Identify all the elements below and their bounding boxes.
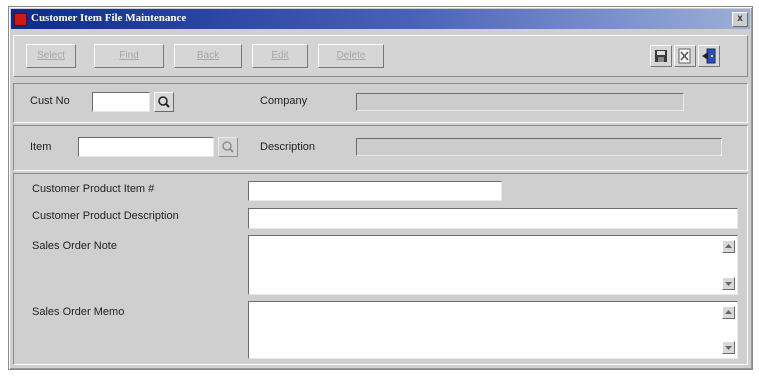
- select-button-label: Select: [37, 50, 65, 61]
- cust-no-lookup-button[interactable]: [154, 92, 174, 112]
- description-field: [356, 138, 722, 156]
- save-icon: [655, 50, 667, 62]
- find-button-label: Find: [119, 50, 139, 61]
- toolbar: Select Find Back Edit Delete: [13, 35, 748, 77]
- cust-no-label: Cust No: [30, 95, 70, 107]
- window-title: Customer Item File Maintenance: [31, 12, 187, 24]
- cancel-button[interactable]: [674, 45, 696, 67]
- item-label: Item: [30, 141, 52, 153]
- close-button[interactable]: x: [732, 12, 748, 27]
- product-item-input[interactable]: [249, 182, 501, 200]
- scroll-down-button[interactable]: [722, 341, 735, 354]
- sales-order-memo-memo[interactable]: [248, 301, 738, 359]
- arrow-down-icon: [725, 346, 732, 350]
- details-panel: Customer Product Item # Customer Product…: [13, 173, 748, 365]
- company-input: [357, 94, 683, 110]
- product-desc-field[interactable]: [248, 208, 738, 229]
- company-label: Company: [260, 95, 308, 107]
- cancel-icon: [678, 48, 691, 64]
- find-button[interactable]: Find: [94, 44, 164, 68]
- product-item-label: Customer Product Item #: [32, 183, 155, 195]
- exit-icon: [702, 48, 716, 64]
- cust-no-input[interactable]: [93, 93, 149, 111]
- product-desc-label: Customer Product Description: [32, 210, 179, 222]
- exit-button[interactable]: [698, 45, 720, 67]
- item-lookup-button[interactable]: [218, 137, 238, 157]
- item-input[interactable]: [79, 138, 213, 156]
- delete-button[interactable]: Delete: [318, 44, 384, 68]
- product-desc-input[interactable]: [249, 209, 737, 228]
- back-button[interactable]: Back: [174, 44, 242, 68]
- app-icon: [14, 13, 27, 26]
- title-bar[interactable]: Customer Item File Maintenance x: [11, 9, 750, 29]
- arrow-up-icon: [725, 310, 732, 314]
- lookup-icon: [158, 96, 170, 108]
- customer-panel: Cust No Company: [13, 83, 748, 123]
- save-button[interactable]: [650, 45, 672, 67]
- arrow-down-icon: [725, 282, 732, 286]
- description-label: Description: [260, 141, 316, 153]
- customer-item-window: Customer Item File Maintenance x Select …: [8, 6, 753, 370]
- edit-button-label: Edit: [271, 50, 289, 61]
- back-button-label: Back: [196, 50, 220, 61]
- lookup-icon: [222, 141, 234, 153]
- sales-order-note-memo[interactable]: [248, 235, 738, 295]
- scroll-up-button[interactable]: [722, 240, 735, 253]
- item-field[interactable]: [78, 137, 214, 157]
- select-button[interactable]: Select: [26, 44, 76, 68]
- sales-order-memo-label: Sales Order Memo: [32, 306, 125, 318]
- item-panel: Item Description: [13, 125, 748, 171]
- arrow-up-icon: [725, 244, 732, 248]
- description-input: [357, 139, 721, 155]
- cust-no-field[interactable]: [92, 92, 150, 112]
- scroll-down-button[interactable]: [722, 277, 735, 290]
- product-item-field[interactable]: [248, 181, 502, 201]
- company-field: [356, 93, 684, 111]
- sales-order-note-label: Sales Order Note: [32, 240, 117, 252]
- delete-button-label: Delete: [336, 50, 366, 61]
- edit-button[interactable]: Edit: [252, 44, 308, 68]
- scroll-up-button[interactable]: [722, 306, 735, 319]
